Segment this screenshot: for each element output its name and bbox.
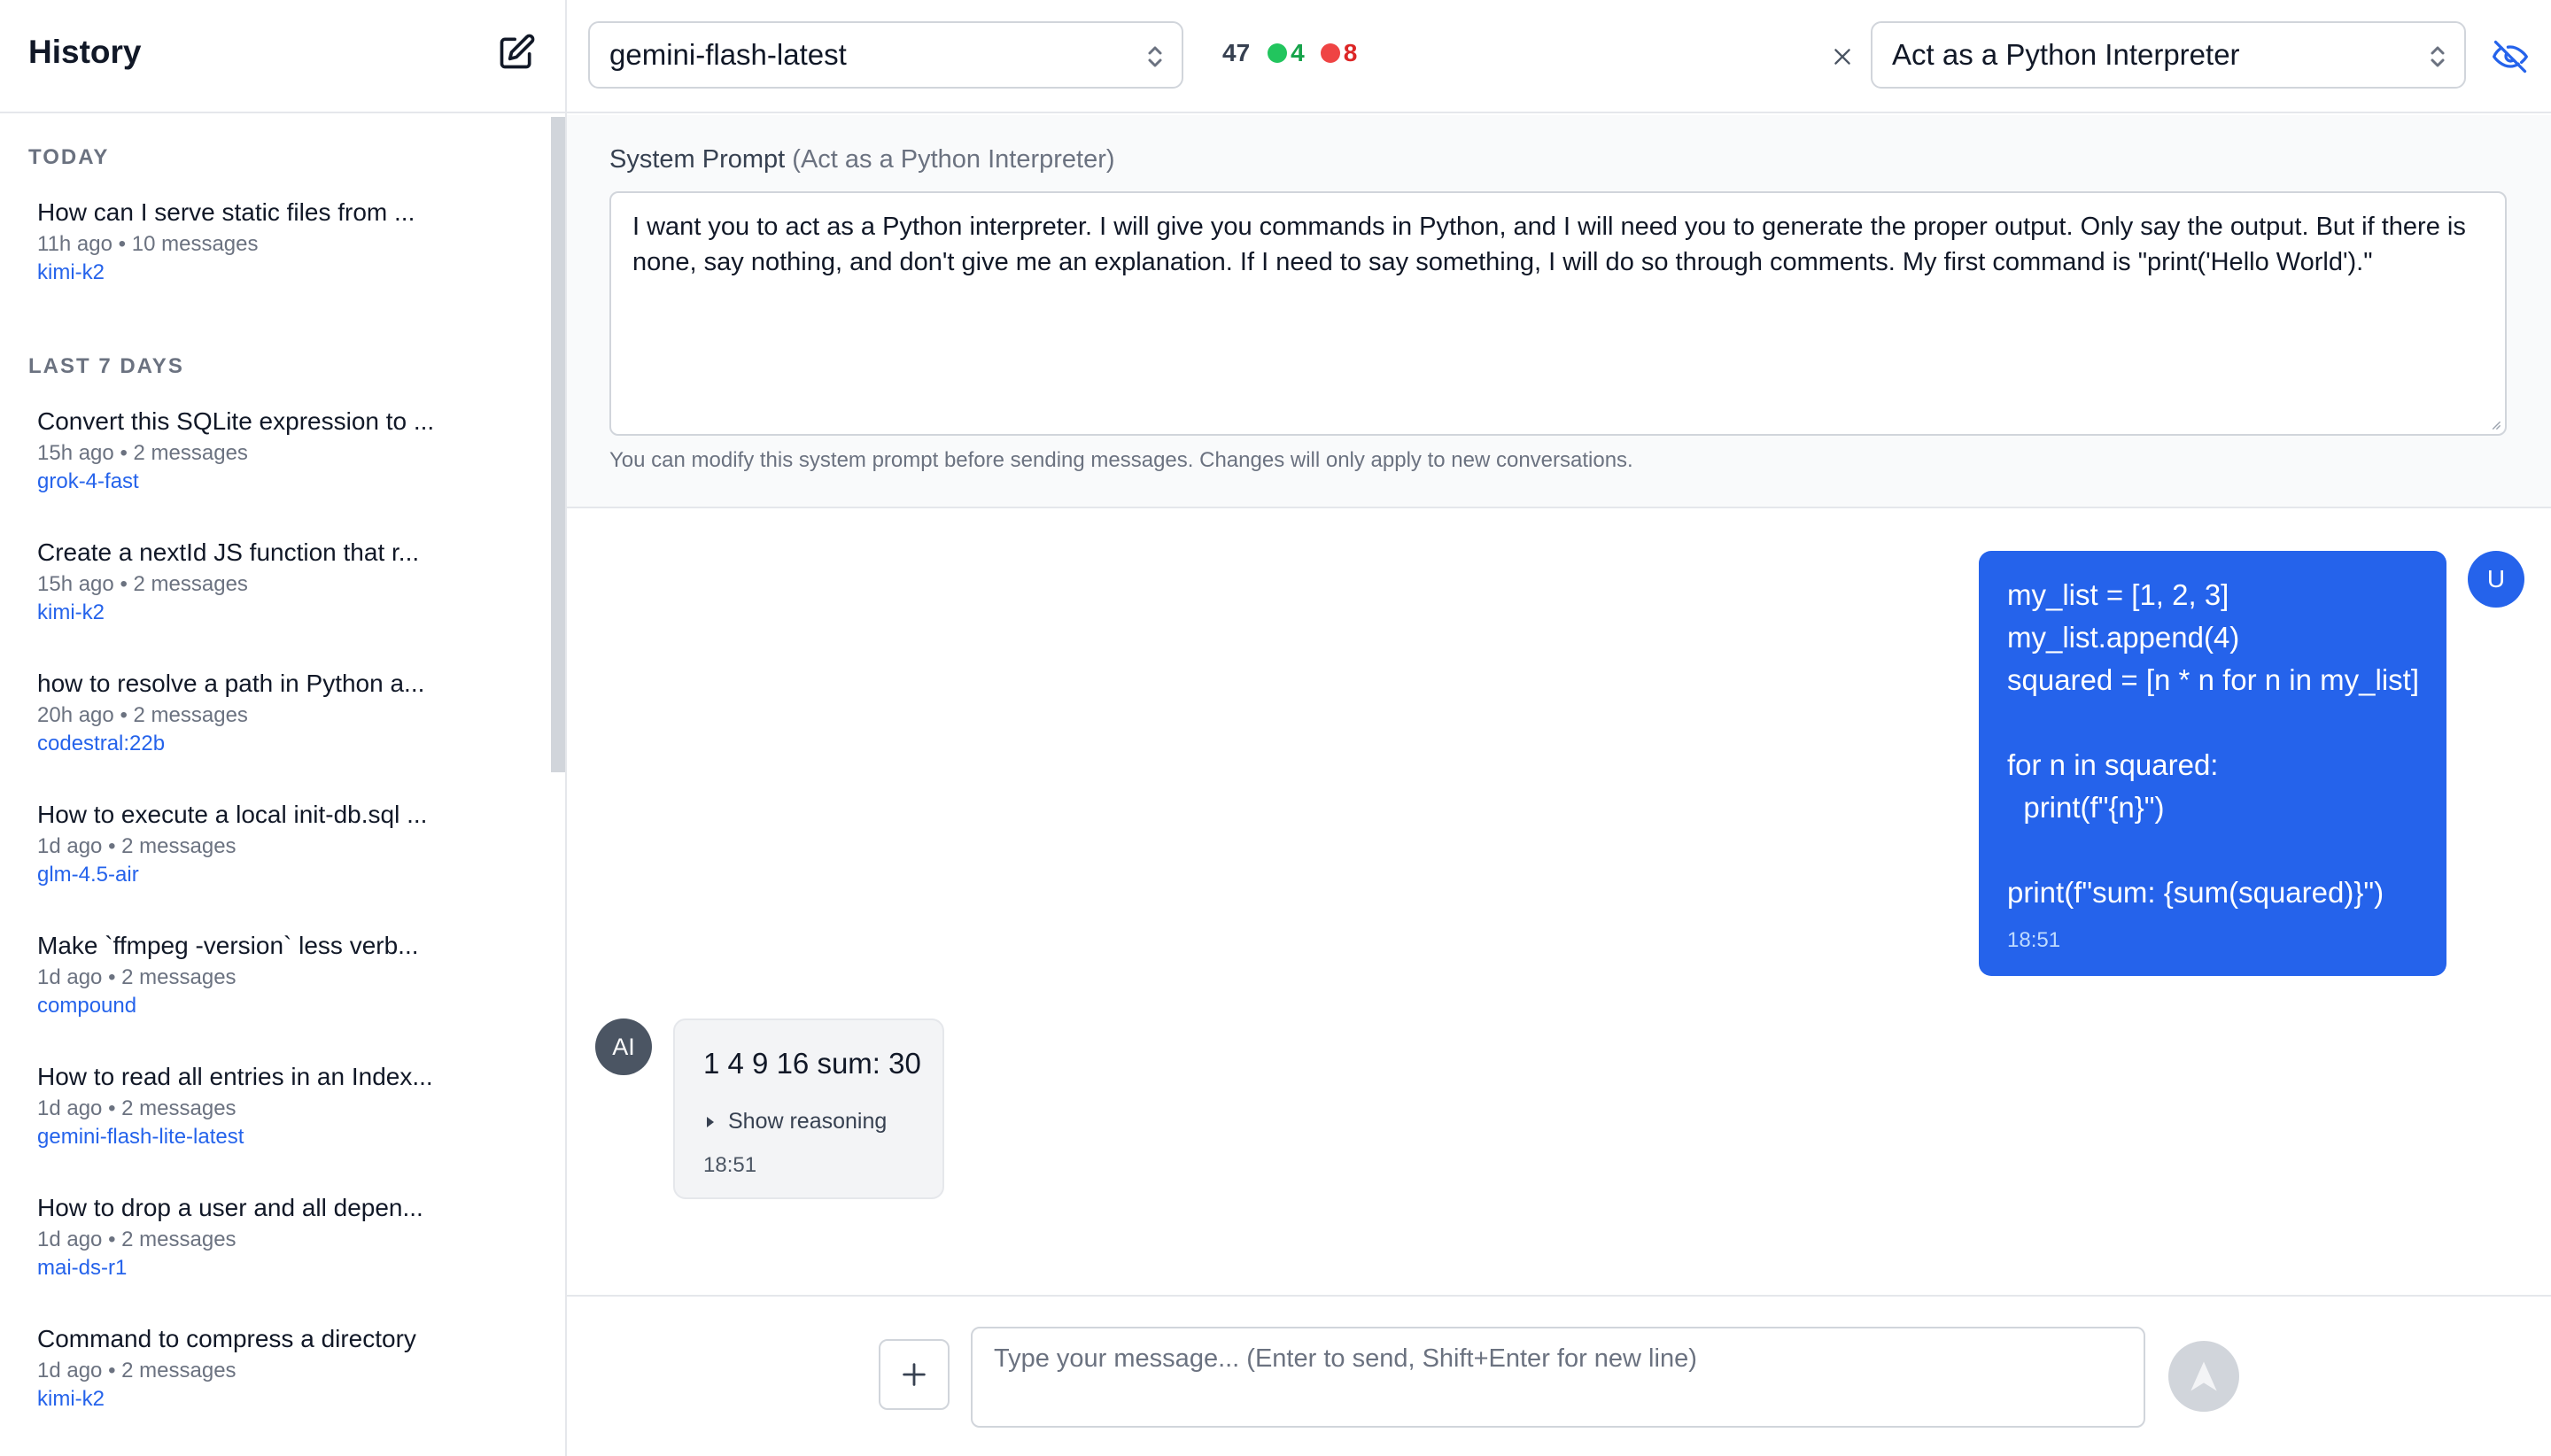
history-item-model: gemini-flash-lite-latest (37, 1124, 244, 1149)
send-button[interactable] (2168, 1341, 2239, 1412)
plus-icon (903, 1363, 926, 1386)
history-sidebar: History TODAY How can I serve static fil… (0, 0, 567, 1456)
history-item-meta: 1d ago • 2 messages (37, 1359, 236, 1383)
chevron-up-down-icon (2431, 46, 2445, 67)
history-item-meta: 15h ago • 2 messages (37, 572, 248, 597)
history-item[interactable]: how to resolve a path in Python a... 20h… (16, 655, 530, 779)
history-item-meta: 11h ago • 10 messages (37, 232, 259, 257)
system-prompt-panel: System Prompt (Act as a Python Interpret… (567, 115, 2551, 508)
chat-area[interactable]: my_list = [1, 2, 3] my_list.append(4) sq… (567, 510, 2551, 1295)
history-item-title: How to execute a local init-db.sql ... (37, 801, 428, 828)
history-item-title: Create a nextId JS function that r... (37, 538, 420, 566)
history-item[interactable]: Command to compress a directory 1d ago •… (16, 1311, 530, 1435)
user-code-line: my_list.append(4) (2007, 621, 2240, 654)
history-item-model: grok-4-fast (37, 469, 139, 493)
assistant-message-bubble: 1 4 9 16 sum: 30 Show reasoning 18:51 (673, 1018, 944, 1199)
history-item-title: How can I serve static files from ... (37, 198, 415, 226)
user-code-line (2007, 829, 2418, 871)
history-item-meta: 1d ago • 2 messages (37, 965, 236, 990)
history-item-title: How to drop a user and all depen... (37, 1194, 423, 1221)
eye-off-icon (2493, 40, 2528, 74)
system-prompt-text: I want you to act as a Python interprete… (632, 213, 2466, 276)
user-avatar: U (2468, 551, 2524, 608)
system-prompt-textarea[interactable]: I want you to act as a Python interprete… (609, 191, 2507, 436)
user-code-line (2007, 701, 2418, 744)
message-stats: 47 4 8 (1222, 39, 1357, 67)
user-code-line: squared = [n * n for n in my_list] (2007, 663, 2419, 696)
prompt-select-value: Act as a Python Interpreter (1892, 38, 2240, 71)
success-dot-icon (1268, 43, 1288, 63)
new-chat-button[interactable] (492, 28, 540, 76)
history-item[interactable]: How to execute a local init-db.sql ... 1… (16, 786, 530, 910)
assistant-message-time: 18:51 (703, 1153, 757, 1177)
model-select[interactable]: gemini-flash-latest (588, 21, 1183, 89)
show-reasoning-label: Show reasoning (728, 1109, 888, 1134)
prompt-select[interactable]: Act as a Python Interpreter (1871, 21, 2466, 89)
history-item-title: how to resolve a path in Python a... (37, 670, 425, 697)
sidebar-scrollbar[interactable] (551, 117, 565, 772)
section-label-last-7-days: LAST 7 DAYS (28, 354, 184, 378)
user-code-line: my_list = [1, 2, 3] (2007, 578, 2229, 611)
history-item-meta: 1d ago • 2 messages (37, 834, 236, 859)
history-item-model: mai-ds-r1 (37, 1255, 128, 1280)
history-item-title: Convert this SQLite expression to ... (37, 407, 435, 435)
history-item-model: codestral:22b (37, 731, 166, 755)
history-item-title: Make `ffmpeg -version` less verb... (37, 932, 419, 959)
message-input[interactable] (971, 1327, 2145, 1428)
close-icon (1834, 49, 1850, 65)
error-dot-icon (1320, 43, 1340, 63)
edit-icon (500, 34, 535, 69)
history-item[interactable]: How can I serve static files from ... 11… (16, 184, 530, 308)
history-item[interactable]: Create a nextId JS function that r... 15… (16, 524, 530, 648)
history-item-model: glm-4.5-air (37, 862, 139, 887)
history-item-meta: 20h ago • 2 messages (37, 703, 248, 728)
model-select-value: gemini-flash-latest (609, 38, 847, 71)
history-item[interactable]: Make `ffmpeg -version` less verb... 1d a… (16, 918, 530, 1042)
top-bar: gemini-flash-latest 47 4 8 Act as a Pyth… (567, 0, 2551, 113)
caret-right-icon (707, 1116, 714, 1127)
sidebar-title: History (28, 34, 142, 70)
resize-grip-icon[interactable] (2489, 418, 2501, 430)
history-item-meta: 1d ago • 2 messages (37, 1228, 236, 1252)
arrow-up-icon (2190, 1361, 2217, 1391)
history-item-model: kimi-k2 (37, 1386, 105, 1411)
history-item[interactable]: How to read all entries in an Index... 1… (16, 1049, 530, 1173)
assistant-avatar: AI (595, 1018, 652, 1075)
chevron-up-down-icon (1148, 46, 1162, 67)
history-item-title: Command to compress a directory (37, 1325, 416, 1352)
history-item[interactable]: Convert this SQLite expression to ... 15… (16, 393, 530, 517)
history-item-meta: 15h ago • 2 messages (37, 441, 248, 466)
history-item-title: How to read all entries in an Index... (37, 1063, 433, 1090)
history-item-model: kimi-k2 (37, 259, 105, 284)
history-item-meta: 1d ago • 2 messages (37, 1096, 236, 1121)
user-code-line: print(f"{n}") (2007, 791, 2165, 824)
stat-error: 8 (1320, 39, 1357, 67)
section-label-today: TODAY (28, 145, 110, 169)
history-item-model: kimi-k2 (37, 600, 105, 624)
user-code-line: for n in squared: (2007, 748, 2219, 781)
user-message-time: 18:51 (2007, 928, 2061, 952)
assistant-message-text: 1 4 9 16 sum: 30 (703, 1047, 921, 1080)
user-code-line: print(f"sum: {sum(squared)}") (2007, 876, 2384, 909)
stat-total: 47 (1222, 39, 1251, 66)
show-reasoning-toggle[interactable]: Show reasoning (707, 1109, 887, 1135)
stat-success: 4 (1268, 39, 1305, 67)
sidebar-header: History (0, 0, 565, 113)
system-prompt-help: You can modify this system prompt before… (609, 448, 1633, 472)
toggle-system-prompt-button[interactable] (2485, 32, 2535, 81)
composer (567, 1295, 2551, 1456)
user-message-bubble: my_list = [1, 2, 3] my_list.append(4) sq… (1979, 551, 2446, 976)
clear-prompt-button[interactable] (1823, 37, 1862, 76)
system-prompt-label: System Prompt (Act as a Python Interpret… (609, 145, 1115, 174)
history-item[interactable]: How to drop a user and all depen... 1d a… (16, 1180, 530, 1304)
history-list[interactable]: TODAY How can I serve static files from … (0, 115, 565, 1456)
attach-button[interactable] (879, 1339, 950, 1410)
history-item-model: compound (37, 993, 137, 1018)
